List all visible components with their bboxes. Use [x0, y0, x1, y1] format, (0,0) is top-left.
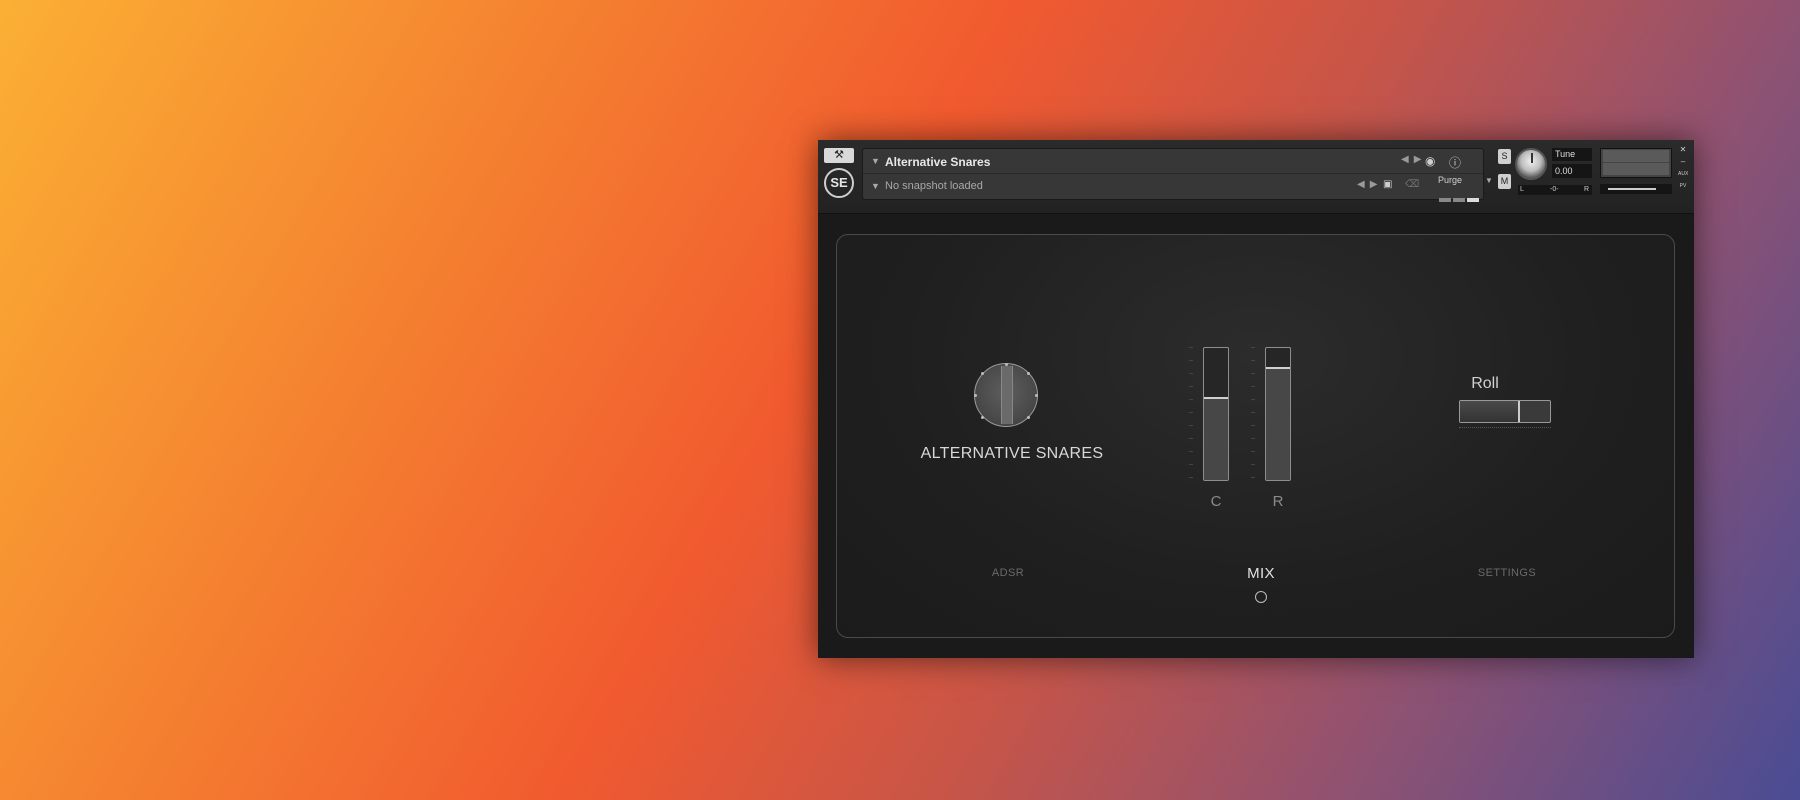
mute-button[interactable]: M: [1498, 174, 1511, 189]
fader-tick: [1251, 464, 1255, 465]
fader-tick: [1189, 360, 1193, 361]
fader-tick: [1251, 438, 1255, 439]
tab-settings[interactable]: SETTINGS: [1467, 567, 1547, 579]
fader-tick: [1189, 438, 1193, 439]
roll-label: Roll: [1471, 375, 1499, 392]
instrument-main-panel: ALTERNATIVE SNARES C R Roll ADSR MIX SET…: [836, 234, 1675, 638]
fader-tick: [1189, 399, 1193, 400]
fader-tick: [1189, 425, 1193, 426]
pan-right-label: R: [1584, 186, 1590, 193]
output-level-meter: [1600, 148, 1672, 178]
fader-tick: [1251, 360, 1255, 361]
fader-tick: [1189, 451, 1193, 452]
purge-dropdown-icon[interactable]: ▼: [1485, 176, 1493, 185]
instrument-title: ALTERNATIVE SNARES: [920, 445, 1104, 462]
tab-mix[interactable]: MIX: [1221, 565, 1301, 582]
fader-tick: [1189, 477, 1193, 478]
aux-label[interactable]: AUX: [1678, 168, 1688, 180]
fader-c-handle[interactable]: [1204, 397, 1228, 399]
fader-tick: [1189, 464, 1193, 465]
roll-switch[interactable]: [1459, 400, 1551, 423]
purge-menu[interactable]: Purge: [1438, 175, 1462, 185]
fader-r-label: R: [1272, 493, 1284, 510]
fader-tick: [1189, 412, 1193, 413]
roll-ticks: [1459, 427, 1551, 429]
info-icon[interactable]: ⓘ: [1449, 154, 1461, 171]
tune-value[interactable]: 0.00: [1552, 164, 1592, 178]
close-icon[interactable]: ✕: [1678, 144, 1688, 156]
fader-c[interactable]: [1203, 347, 1229, 481]
fader-tick: [1251, 412, 1255, 413]
save-icon[interactable]: ▣: [1383, 179, 1392, 190]
snapshot-status[interactable]: No snapshot loaded: [885, 180, 983, 192]
fader-tick: [1251, 347, 1255, 348]
fader-tick: [1251, 399, 1255, 400]
active-tab-indicator: [1255, 591, 1267, 603]
minimize-icon[interactable]: –: [1678, 156, 1688, 168]
instrument-knob[interactable]: [974, 363, 1038, 427]
se-logo: SE: [824, 168, 854, 198]
instrument-row: ▼ Alternative Snares ◀▶ ◉ ⓘ: [863, 150, 1483, 174]
instrument-header: ⚒ SE ▼ Alternative Snares ◀▶ ◉ ⓘ ▼ No sn…: [818, 140, 1694, 214]
fader-tick: [1189, 373, 1193, 374]
fader-c-fill: [1204, 398, 1228, 480]
snapshot-row: ▼ No snapshot loaded ◀▶ ▣ ⌫: [863, 175, 1483, 199]
solo-button[interactable]: S: [1498, 149, 1511, 164]
camera-icon[interactable]: ◉: [1425, 154, 1435, 168]
instrument-name[interactable]: Alternative Snares: [885, 155, 990, 169]
fader-tick: [1251, 386, 1255, 387]
instrument-dropdown-icon[interactable]: ▼: [871, 156, 880, 166]
pan-slider[interactable]: L -0- R: [1518, 185, 1592, 195]
roll-switch-track: [1460, 401, 1518, 422]
trash-icon[interactable]: ⌫: [1405, 179, 1419, 190]
fader-tick: [1251, 451, 1255, 452]
volume-slider[interactable]: [1600, 184, 1672, 194]
instrument-prev-next-icon[interactable]: ◀▶: [1401, 154, 1426, 165]
fader-r-fill: [1266, 368, 1290, 480]
fader-tick: [1251, 373, 1255, 374]
snapshot-dropdown-icon[interactable]: ▼: [871, 181, 880, 191]
memory-meters: [1439, 189, 1483, 202]
fader-tick: [1251, 477, 1255, 478]
fader-tick: [1189, 386, 1193, 387]
fader-r-handle[interactable]: [1266, 367, 1290, 369]
tab-adsr[interactable]: ADSR: [968, 567, 1048, 579]
snapshot-prev-next-icon[interactable]: ◀▶: [1357, 179, 1382, 190]
pv-label[interactable]: PV: [1678, 180, 1688, 192]
pan-center-label: -0-: [1550, 186, 1559, 193]
wrench-icon[interactable]: ⚒: [824, 148, 854, 163]
fader-r[interactable]: [1265, 347, 1291, 481]
instrument-info-panel: ▼ Alternative Snares ◀▶ ◉ ⓘ ▼ No snapsho…: [862, 148, 1493, 202]
fader-tick: [1251, 425, 1255, 426]
tune-label: Tune: [1552, 148, 1592, 161]
fader-c-label: C: [1210, 493, 1222, 510]
roll-switch-handle[interactable]: [1518, 401, 1520, 422]
tune-knob[interactable]: [1515, 148, 1547, 180]
kontakt-instrument-window: ⚒ SE ▼ Alternative Snares ◀▶ ◉ ⓘ ▼ No sn…: [818, 140, 1694, 658]
window-controls: ✕ – AUX PV: [1678, 144, 1688, 192]
fader-tick: [1189, 347, 1193, 348]
pan-left-label: L: [1520, 186, 1524, 193]
